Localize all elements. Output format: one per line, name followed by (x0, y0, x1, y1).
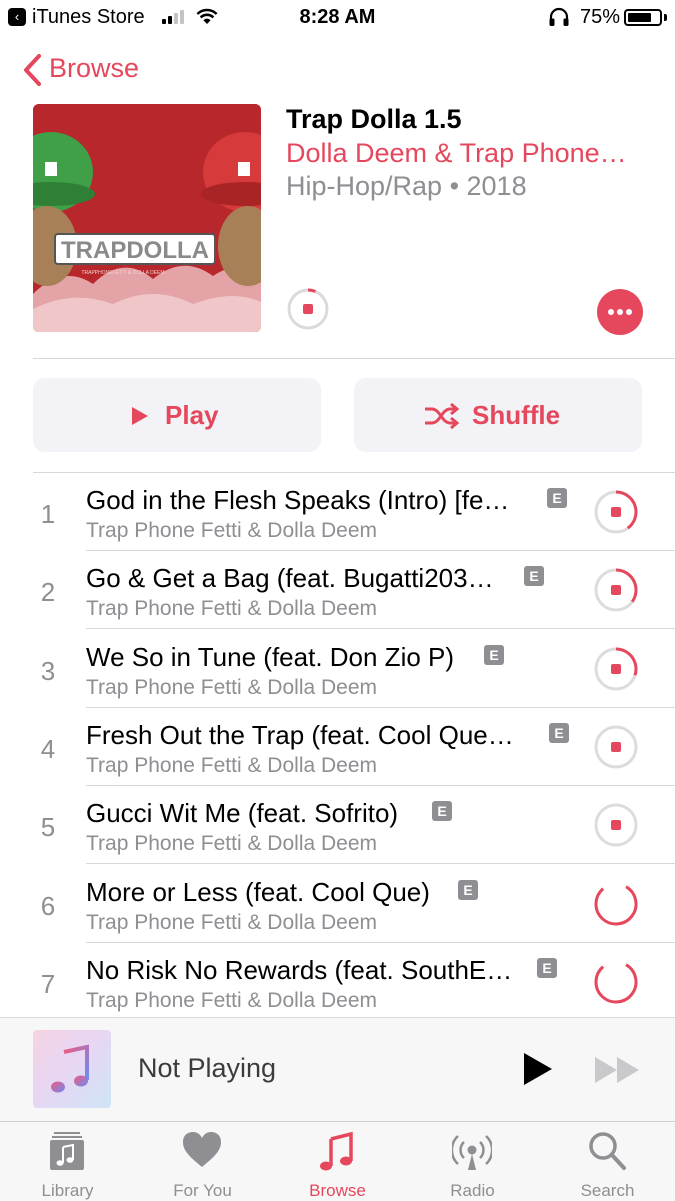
artwork-subtitle-text: TRAPPHONEFETTI & DOLLA DEEM (81, 270, 164, 276)
album-artwork-image: TRAPDOLLA TRAPPHONEFETTI & DOLLA DEEM (33, 104, 261, 332)
track-row[interactable]: 3 We So in Tune (feat. Don Zio P) E Trap Ph… (0, 630, 675, 708)
track-artist: Trap Phone Fetti & Dolla Deem (86, 754, 378, 777)
shuffle-button[interactable]: Shuffle (354, 378, 642, 452)
download-progress-icon[interactable] (593, 802, 639, 848)
tab-search[interactable]: Search (540, 1122, 675, 1201)
headphones-icon (549, 7, 569, 26)
track-number: 5 (40, 812, 56, 842)
header-divider (33, 358, 675, 359)
artwork-title-text: TRAPDOLLA (61, 237, 209, 264)
library-icon (50, 1132, 84, 1170)
play-label: Play (165, 400, 219, 430)
shuffle-icon (425, 403, 459, 429)
track-title: God in the Flesh Speaks (Intro) [fe… (86, 485, 510, 515)
tab-radio[interactable]: Radio (405, 1122, 540, 1201)
search-icon (589, 1132, 626, 1170)
stop-download-icon (611, 585, 621, 595)
mini-player[interactable]: Not Playing (0, 1017, 675, 1121)
stop-download-icon (611, 820, 621, 830)
album-title: Trap Dolla 1.5 (286, 104, 462, 134)
stop-download-icon (611, 507, 621, 517)
download-progress-icon[interactable] (593, 646, 639, 692)
track-title: More or Less (feat. Cool Que) (86, 877, 430, 907)
track-number: 2 (40, 577, 56, 607)
download-progress-icon[interactable] (593, 959, 639, 1005)
track-title: We So in Tune (feat. Don Zio P) (86, 642, 455, 672)
explicit-badge: E (537, 958, 557, 978)
tab-browse-label: Browse (309, 1181, 366, 1200)
track-artist: Trap Phone Fetti & Dolla Deem (86, 832, 378, 855)
stop-download-icon (611, 742, 621, 752)
tab-for-you-label: For You (173, 1181, 232, 1200)
download-spinner-arc (594, 963, 638, 1004)
track-number: 4 (40, 734, 56, 764)
track-artist: Trap Phone Fetti & Dolla Deem (86, 519, 378, 542)
download-progress-icon[interactable] (593, 881, 639, 927)
track-number: 3 (40, 656, 56, 686)
track-artist: Trap Phone Fetti & Dolla Deem (86, 989, 378, 1012)
track-row[interactable]: 6 More or Less (feat. Cool Que) E Trap Phon… (0, 865, 675, 943)
row-divider (86, 628, 675, 629)
tab-library[interactable]: Library (0, 1122, 135, 1201)
download-spinner-arc (594, 885, 638, 926)
explicit-badge: E (549, 723, 569, 743)
now-playing-title: Not Playing (138, 1053, 277, 1083)
track-artist: Trap Phone Fetti & Dolla Deem (86, 911, 378, 934)
tab-library-label: Library (41, 1181, 94, 1200)
mini-play-button[interactable] (522, 1052, 554, 1086)
album-artwork[interactable]: TRAPDOLLA TRAPPHONEFETTI & DOLLA DEEM (33, 104, 261, 332)
album-genre-year: Hip-Hop/Rap • 2018 (286, 171, 527, 201)
track-row[interactable]: 4 Fresh Out the Trap (feat. Cool Que… E Tra… (0, 708, 675, 786)
row-divider (86, 863, 675, 864)
tab-radio-label: Radio (450, 1181, 495, 1200)
stop-download-icon (611, 664, 621, 674)
tab-for-you[interactable]: For You (135, 1122, 270, 1201)
back-chevron-icon[interactable] (22, 53, 42, 87)
track-row[interactable]: 5 Gucci Wit Me (feat. Sofrito) E Trap Phone… (0, 786, 675, 864)
explicit-badge: E (432, 801, 452, 821)
back-button[interactable]: Browse (49, 53, 139, 84)
track-artist: Trap Phone Fetti & Dolla Deem (86, 676, 378, 699)
track-row[interactable]: 2 Go & Get a Bag (feat. Bugatti203… E Trap … (0, 551, 675, 629)
more-options-button[interactable] (597, 289, 643, 335)
track-row[interactable]: 1 God in the Flesh Speaks (Intro) [fe… E Tr… (0, 473, 675, 551)
play-icon (132, 407, 148, 425)
status-bar: ‹ iTunes Store 8:28 AM 75% (0, 0, 675, 36)
fast-forward-button[interactable] (594, 1056, 640, 1084)
explicit-badge: E (547, 488, 567, 508)
download-progress-icon[interactable] (593, 489, 639, 535)
play-button[interactable]: Play (33, 378, 321, 452)
music-note-icon (51, 1044, 89, 1093)
now-playing-artwork (33, 1030, 111, 1108)
track-title: No Risk No Rewards (feat. SouthE… (86, 955, 513, 985)
download-progress-icon[interactable] (593, 724, 639, 770)
track-title: Fresh Out the Trap (feat. Cool Que… (86, 720, 514, 750)
track-title: Go & Get a Bag (feat. Bugatti203… (86, 563, 494, 593)
tab-search-label: Search (580, 1181, 635, 1200)
track-number: 6 (40, 891, 56, 921)
battery-fill (628, 13, 651, 22)
status-time: 8:28 AM (299, 6, 376, 28)
battery-cap (664, 14, 667, 21)
download-progress-icon[interactable] (593, 567, 639, 613)
battery-icon (624, 9, 662, 26)
battery-percent: 75% (580, 6, 621, 28)
album-download-progress-icon[interactable] (286, 287, 330, 331)
track-number: 7 (40, 969, 56, 999)
explicit-badge: E (524, 566, 544, 586)
track-artist: Trap Phone Fetti & Dolla Deem (86, 597, 378, 620)
track-number: 1 (40, 499, 56, 529)
album-artist-link[interactable]: Dolla Deem & Trap Phone… (286, 138, 627, 169)
music-note-icon (320, 1131, 353, 1171)
shuffle-label: Shuffle (472, 400, 561, 430)
track-title: Gucci Wit Me (feat. Sofrito) (86, 798, 399, 828)
explicit-badge: E (484, 645, 504, 665)
radio-icon (452, 1135, 492, 1170)
tab-bar: Library For You Browse Radio Search (0, 1121, 675, 1201)
heart-icon (183, 1132, 221, 1167)
explicit-badge: E (458, 880, 478, 900)
track-row[interactable]: 7 No Risk No Rewards (feat. SouthE… E Trap … (0, 943, 675, 1021)
tab-browse[interactable]: Browse (270, 1122, 405, 1201)
